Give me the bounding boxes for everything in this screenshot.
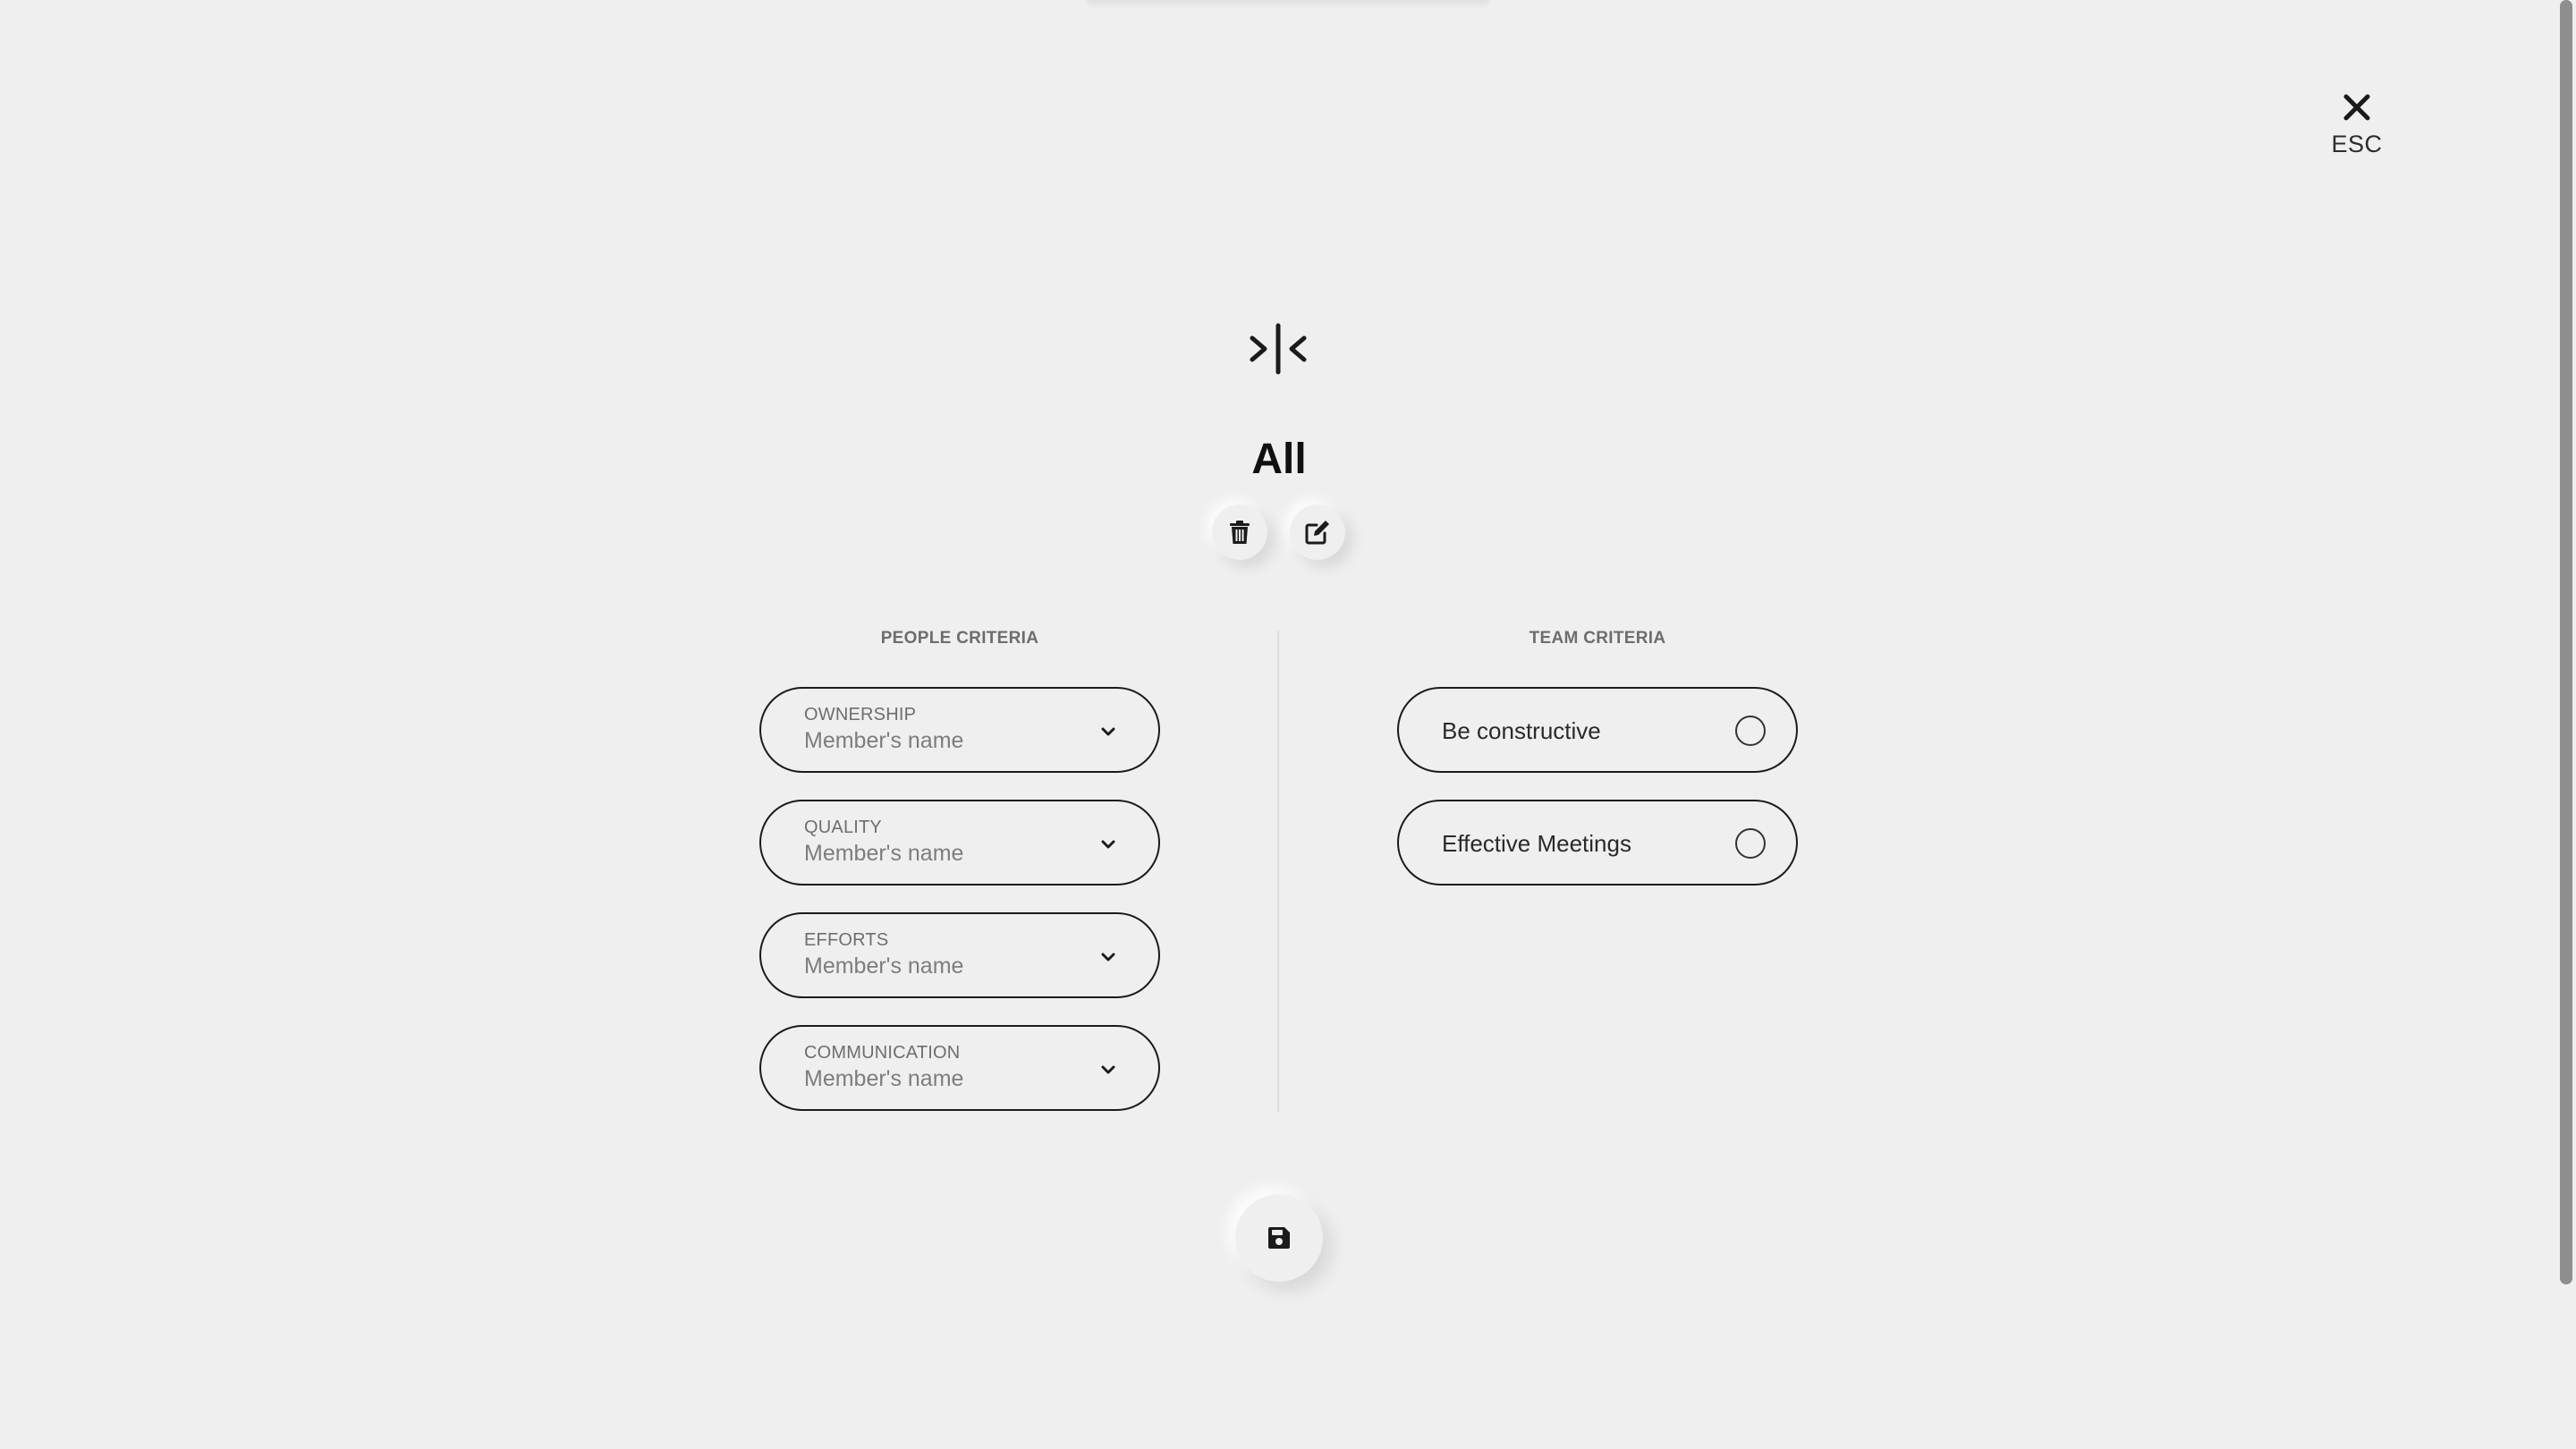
team-criterion-effective-meetings[interactable]: Effective Meetings bbox=[1397, 800, 1798, 886]
team-criterion-be-constructive[interactable]: Be constructive bbox=[1397, 687, 1798, 773]
criteria-label: OWNERSHIP bbox=[804, 705, 917, 724]
team-criteria-heading: TEAM CRITERIA bbox=[1529, 629, 1666, 648]
member-name-placeholder: Member's name bbox=[804, 841, 964, 866]
team-criterion-label: Effective Meetings bbox=[1442, 830, 1631, 857]
trash-icon bbox=[1230, 521, 1250, 544]
save-button[interactable] bbox=[1235, 1194, 1323, 1282]
member-name-placeholder: Member's name bbox=[804, 728, 964, 753]
ownership-select[interactable]: OWNERSHIP Member's name bbox=[759, 687, 1160, 773]
edit-icon bbox=[1305, 521, 1329, 545]
close-icon bbox=[2343, 94, 2370, 121]
chevron-down-icon bbox=[1101, 953, 1115, 962]
chevron-down-icon bbox=[1101, 840, 1115, 849]
chevron-down-icon bbox=[1101, 1065, 1115, 1074]
team-criterion-label: Be constructive bbox=[1442, 717, 1601, 744]
brand-logo-icon bbox=[1247, 322, 1309, 376]
save-icon bbox=[1268, 1227, 1290, 1249]
criteria-label: COMMUNICATION bbox=[804, 1043, 961, 1063]
communication-select[interactable]: COMMUNICATION Member's name bbox=[759, 1025, 1160, 1111]
top-edge-shadow bbox=[1087, 0, 1489, 4]
page-title: All bbox=[1251, 436, 1307, 483]
modal-page: ESC All PEOPLE CRITERIA TEAM CRITERIA OW… bbox=[0, 0, 2576, 1449]
column-divider bbox=[1277, 631, 1279, 1112]
member-name-placeholder: Member's name bbox=[804, 953, 964, 979]
efforts-select[interactable]: EFFORTS Member's name bbox=[759, 912, 1160, 998]
close-label: ESC bbox=[2331, 131, 2383, 157]
member-name-placeholder: Member's name bbox=[804, 1066, 964, 1091]
edit-button[interactable] bbox=[1290, 504, 1345, 560]
delete-button[interactable] bbox=[1212, 504, 1267, 560]
radio-button[interactable] bbox=[1735, 716, 1766, 746]
criteria-label: EFFORTS bbox=[804, 930, 889, 950]
people-criteria-heading: PEOPLE CRITERIA bbox=[880, 629, 1039, 648]
scrollbar-thumb[interactable] bbox=[2560, 0, 2572, 1284]
radio-button[interactable] bbox=[1735, 828, 1766, 859]
close-button[interactable]: ESC bbox=[2326, 89, 2388, 170]
criteria-label: QUALITY bbox=[804, 818, 882, 837]
quality-select[interactable]: QUALITY Member's name bbox=[759, 800, 1160, 886]
chevron-down-icon bbox=[1101, 727, 1115, 736]
